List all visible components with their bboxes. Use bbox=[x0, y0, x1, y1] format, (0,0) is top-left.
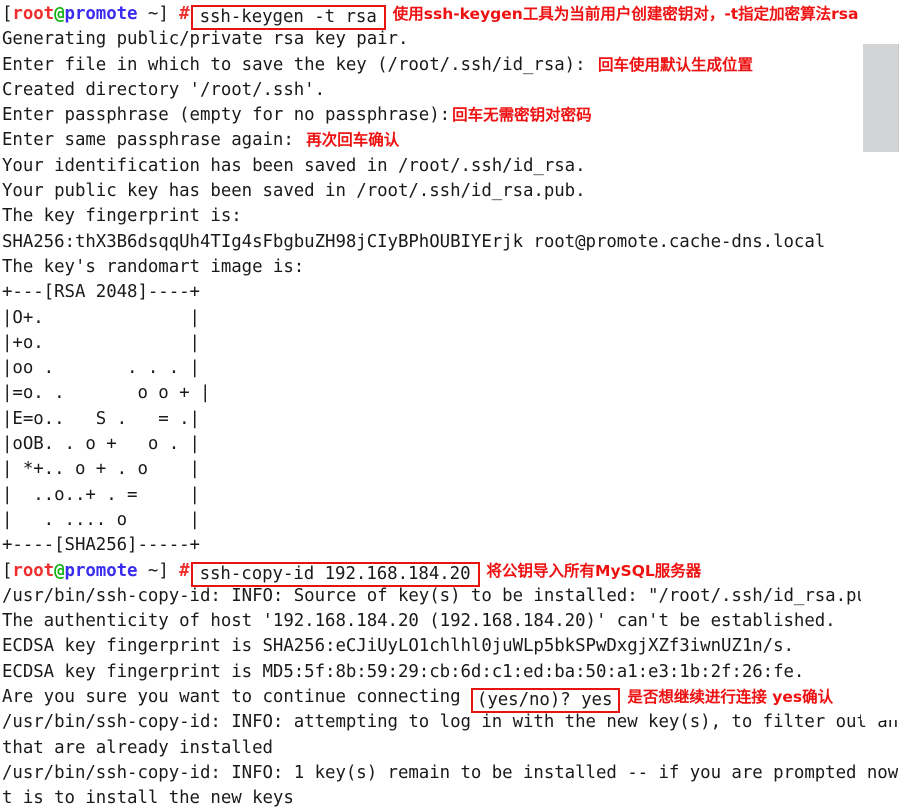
terminal-line-command-keygen: [root@promote ~] # ssh-keygen -t rsa 使用ssh… bbox=[2, 2, 899, 30]
terminal-line-generating: Generating public/private rsa key pair. bbox=[2, 29, 409, 50]
terminal-line-already-installed: that are already installed bbox=[2, 737, 273, 758]
enter-file-text: Enter file in which to save the key (/ro… bbox=[2, 54, 596, 75]
prompt-at-symbol: @ bbox=[54, 4, 65, 24]
scrollbar-thumb[interactable] bbox=[863, 44, 899, 152]
terminal-line-fingerprint-value: SHA256:thX3B6dsqqUh4TIg4sFbgbuZH98jCIyBP… bbox=[2, 231, 826, 252]
annotation-continue-yes: 是否想继续进行连接 yes确认 bbox=[627, 688, 834, 707]
terminal-line-enter-passphrase: Enter passphrase (empty for no passphras… bbox=[2, 103, 899, 128]
randomart-line: | . .... o | bbox=[2, 509, 200, 530]
command-ssh-copy-id[interactable]: ssh-copy-id 192.168.184.20 bbox=[190, 561, 480, 587]
continue-prompt-text: Are you sure you want to continue connec… bbox=[2, 687, 471, 708]
randomart-line: |oo . . . . | bbox=[2, 358, 200, 379]
terminal-line-created-directory: Created directory '/root/.ssh'. bbox=[2, 79, 326, 100]
terminal-window[interactable]: [root@promote ~] # ssh-keygen -t rsa 使用ssh… bbox=[0, 0, 899, 808]
terminal-line-randomart-label: The key's randomart image is: bbox=[2, 256, 305, 277]
enter-passphrase-text: Enter passphrase (empty for no passphras… bbox=[2, 105, 451, 126]
terminal-line-keys-remain: /usr/bin/ssh-copy-id: INFO: 1 key(s) rem… bbox=[2, 762, 899, 783]
annotation-copy-id: 将公钥导入所有MySQL服务器 bbox=[486, 561, 702, 580]
prompt-at-symbol: @ bbox=[54, 560, 65, 581]
scrollbar-track[interactable] bbox=[861, 0, 899, 720]
prompt-open-bracket: [ bbox=[2, 560, 13, 581]
prompt-path: ~] bbox=[137, 560, 169, 581]
terminal-line-enter-file: Enter file in which to save the key (/ro… bbox=[2, 53, 899, 78]
terminal-line-authenticity: The authenticity of host '192.168.184.20… bbox=[2, 611, 836, 632]
terminal-line-fingerprint-label: The key fingerprint is: bbox=[2, 206, 242, 227]
prompt-host: promote bbox=[64, 560, 138, 581]
randomart-line: | ..o..+ . = | bbox=[2, 484, 200, 505]
terminal-line-ecdsa-sha256: ECDSA key fingerprint is SHA256:eCJiUyLO… bbox=[2, 636, 794, 657]
command-ssh-keygen[interactable]: ssh-keygen -t rsa bbox=[190, 5, 386, 30]
prompt-hash: # bbox=[179, 4, 190, 24]
terminal-line-continue-prompt: Are you sure you want to continue connec… bbox=[2, 685, 899, 714]
prompt-hash: # bbox=[179, 560, 190, 581]
prompt-open-bracket: [ bbox=[2, 4, 13, 24]
prompt-host: promote bbox=[64, 4, 138, 24]
enter-same-passphrase-text: Enter same passphrase again: bbox=[2, 130, 305, 151]
randomart-line: +----[SHA256]-----+ bbox=[2, 535, 200, 556]
randomart-line: +---[RSA 2048]----+ bbox=[2, 282, 200, 303]
terminal-line-install-new-keys: t is to install the new keys bbox=[2, 788, 294, 809]
randomart-line: |O+. | bbox=[2, 307, 200, 328]
terminal-line-attempting-login: /usr/bin/ssh-copy-id: INFO: attempting t… bbox=[2, 712, 899, 733]
prompt-path: ~] bbox=[137, 4, 169, 24]
yes-no-answer[interactable]: (yes/no)? yes bbox=[470, 688, 621, 714]
prompt-user: root bbox=[12, 4, 55, 24]
prompt-user: root bbox=[12, 560, 55, 581]
annotation-confirm-again: 再次回车确认 bbox=[306, 131, 400, 150]
terminal-line-identification-saved: Your identification has been saved in /r… bbox=[2, 155, 586, 176]
terminal-line-command-copy-id: [root@promote ~] # ssh-copy-id 192.168.18… bbox=[2, 559, 899, 587]
randomart-line: |+o. | bbox=[2, 332, 200, 353]
terminal-line-copy-id-source: /usr/bin/ssh-copy-id: INFO: Source of ke… bbox=[2, 585, 888, 606]
annotation-no-passphrase: 回车无需密钥对密码 bbox=[452, 106, 592, 125]
terminal-line-ecdsa-md5: ECDSA key fingerprint is MD5:5f:8b:59:29… bbox=[2, 661, 805, 682]
terminal-line-public-key-saved: Your public key has been saved in /root/… bbox=[2, 181, 586, 202]
randomart-line: |E=o.. S . = .| bbox=[2, 408, 200, 429]
annotation-keygen: 使用ssh-keygen工具为当前用户创建密钥对，-t指定加密算法rsa bbox=[392, 5, 859, 23]
randomart-line: |=o. . o o + | bbox=[2, 383, 211, 404]
annotation-default-path: 回车使用默认生成位置 bbox=[597, 55, 753, 74]
terminal-line-enter-same-passphrase: Enter same passphrase again: 再次回车确认 bbox=[2, 128, 899, 153]
randomart-line: |oOB. . o + o . | bbox=[2, 434, 200, 455]
randomart-line: | *+.. o + . o | bbox=[2, 459, 200, 480]
